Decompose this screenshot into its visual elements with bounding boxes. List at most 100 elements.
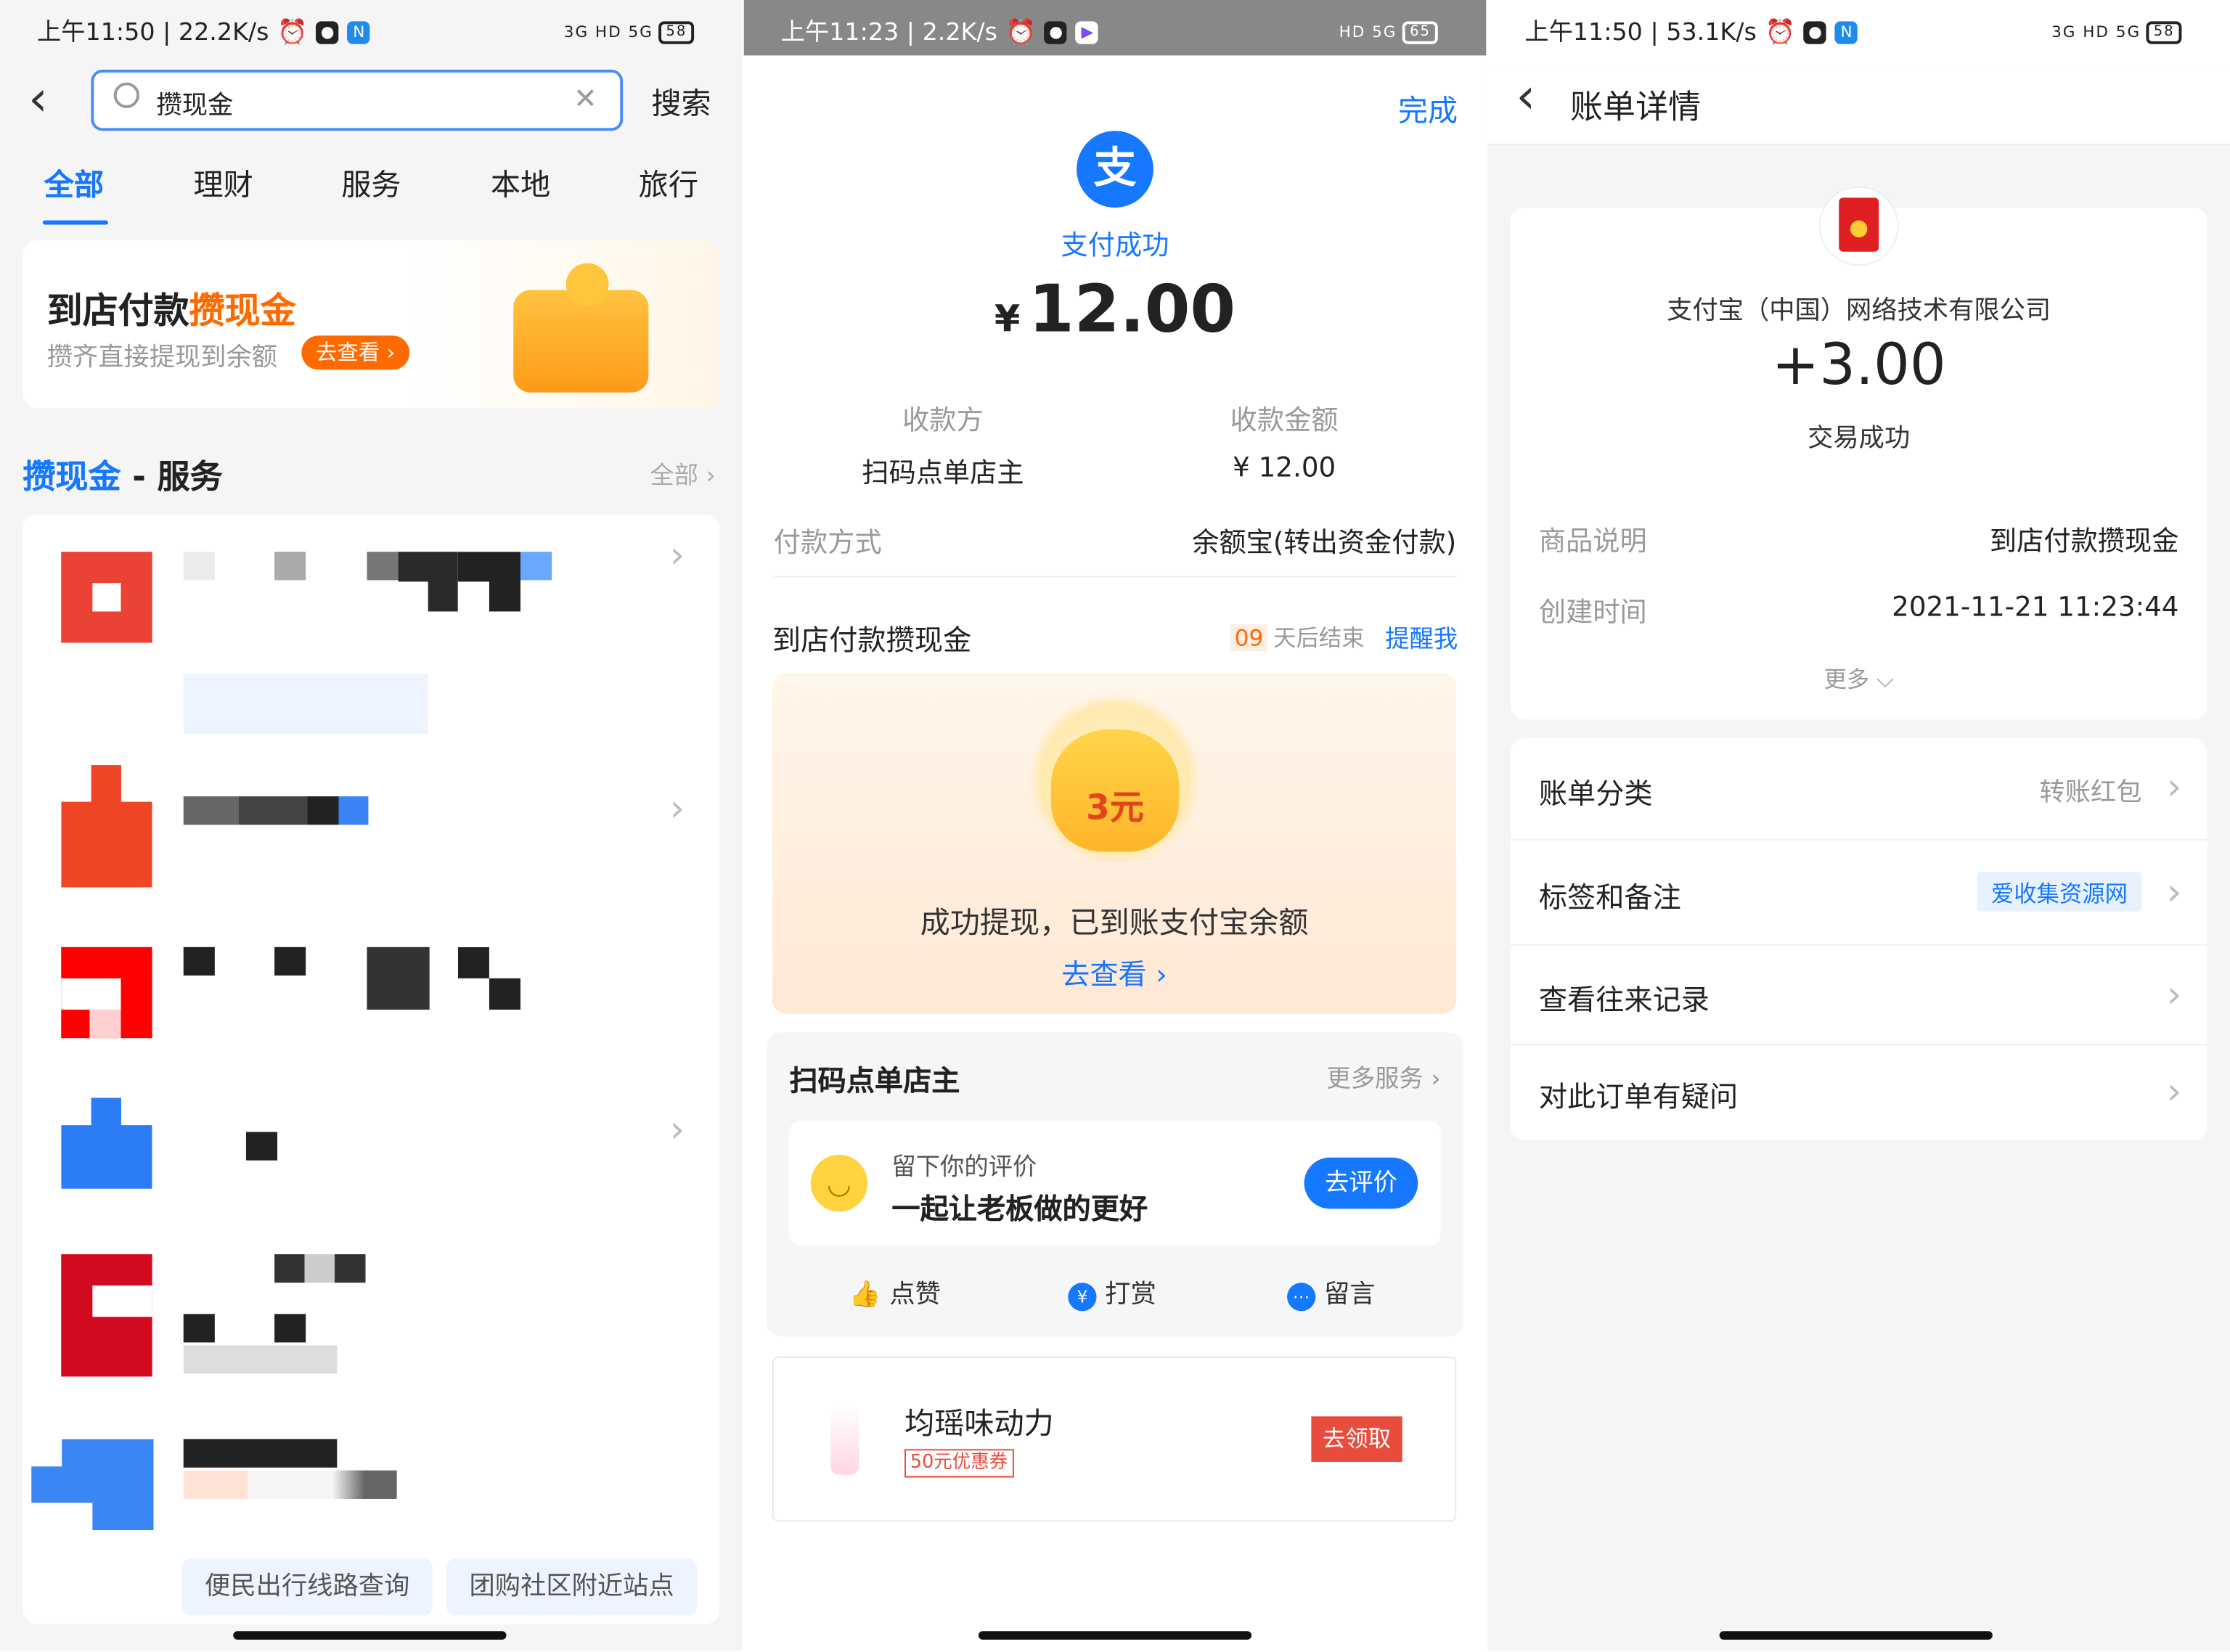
status-time: 上午11:50 | 53.1K/s: [1524, 18, 1757, 47]
page-title: 账单详情: [1569, 89, 1702, 127]
results-list: › › ›: [23, 515, 720, 1624]
more-toggle[interactable]: 更多 ⌵: [1511, 660, 2207, 694]
blurred-text: [398, 552, 458, 612]
note-tag: 爱收集资源网: [1977, 871, 2142, 912]
bottom-tag-group-buy[interactable]: 团购社区附近站点: [446, 1558, 698, 1616]
qq-icon: ●: [316, 21, 339, 44]
section-all-link[interactable]: 全部 ›: [650, 455, 716, 491]
promo-message: 成功提现，已到账支付宝余额: [920, 906, 1309, 941]
divider: [773, 576, 1457, 578]
review-box: ◡ 留下你的评价 一起让老板做的更好 去评价: [789, 1120, 1441, 1246]
money-bag-icon: 3元: [1050, 729, 1180, 852]
chevron-right-icon: ›: [2167, 974, 2182, 1017]
banner-cta-button[interactable]: 去查看 ›: [301, 335, 409, 370]
bottom-tag-transit[interactable]: 便民出行线路查询: [181, 1558, 433, 1616]
menu-item-tags[interactable]: 标签和备注 爱收集资源网 ›: [1510, 841, 2207, 946]
play-icon: ▶: [1076, 21, 1099, 44]
battery-icon: 65: [1402, 21, 1438, 44]
menu-item-label: 标签和备注: [1538, 880, 1681, 915]
status-bar: 上午11:23 | 2.2K/s ⏰ ● ▶ HD 5G 65: [743, 0, 1487, 56]
ad-card[interactable]: 均瑶味动力 50元优惠券 去领取: [772, 1357, 1457, 1522]
like-button[interactable]: 👍 点赞: [849, 1274, 941, 1311]
promo-view-link[interactable]: 去查看 ›: [772, 952, 1456, 993]
app-logo: [61, 1254, 152, 1377]
tab-all[interactable]: 全部: [44, 162, 104, 205]
blurred-text: [274, 946, 306, 976]
blurred-text: [183, 796, 369, 825]
blurred-text: [457, 552, 521, 612]
blurred-text: [274, 552, 306, 581]
tip-button[interactable]: ¥ 打赏: [1068, 1274, 1156, 1312]
n-app-icon: N: [347, 21, 370, 44]
menu-item-question[interactable]: 对此订单有疑问 ›: [1511, 1045, 2207, 1140]
home-indicator[interactable]: [233, 1631, 507, 1640]
promo-card: 3元 成功提现，已到账支付宝余额 去查看 ›: [772, 672, 1457, 1014]
chevron-right-icon: ›: [669, 1109, 685, 1152]
ad-claim-button[interactable]: 去领取: [1311, 1416, 1402, 1463]
home-indicator[interactable]: [1719, 1631, 1993, 1640]
tab-finance[interactable]: 理财: [193, 162, 253, 205]
menu-item-value: 转账红包: [2039, 777, 2142, 808]
status-bar: 上午11:50 | 53.1K/s ⏰ ● N 3G HD 5G 58: [1487, 0, 2230, 66]
panel-payment-success: 上午11:23 | 2.2K/s ⏰ ● ▶ HD 5G 65 完成 支 支付成功 ¥1…: [743, 0, 1487, 1651]
ad-coupon-tag: 50元优惠券: [904, 1449, 1014, 1478]
search-button[interactable]: 搜索: [651, 81, 711, 124]
back-icon[interactable]: ‹: [1516, 71, 1536, 123]
time-label: 创建时间: [1538, 597, 1647, 629]
list-item[interactable]: [23, 1254, 719, 1397]
menu-item-history[interactable]: 查看往来记录 ›: [1510, 946, 2207, 1046]
list-item[interactable]: [23, 1425, 719, 1567]
done-button[interactable]: 完成: [1398, 88, 1458, 131]
blurred-text: [183, 1314, 215, 1343]
promo-banner[interactable]: 到店付款攒现金 攒齐直接提现到余额 去查看 ›: [23, 240, 720, 409]
app-logo: [61, 552, 152, 643]
list-item[interactable]: [23, 941, 719, 1084]
tab-bar: 全部 理财 服务 本地 旅行: [0, 162, 743, 225]
tab-service[interactable]: 服务: [341, 162, 401, 205]
thumbs-up-icon: 👍: [849, 1280, 881, 1310]
app-logo: [61, 946, 152, 1039]
search-box[interactable]: 攒现金 ✕: [91, 70, 624, 131]
remind-me-button[interactable]: 提醒我: [1385, 618, 1458, 654]
comment-button[interactable]: ⋯ 留言: [1287, 1274, 1376, 1312]
menu-item-label: 账单分类: [1538, 776, 1653, 811]
list-item[interactable]: ›: [23, 756, 719, 913]
banner-title: 到店付款攒现金: [46, 290, 296, 332]
desc-value: 到店付款攒现金: [1989, 526, 2179, 558]
desc-label: 商品说明: [1538, 526, 1647, 558]
review-button[interactable]: 去评价: [1304, 1157, 1418, 1209]
signal-icon: 3G HD 5G: [563, 23, 653, 41]
blurred-text: [367, 946, 430, 1010]
clear-icon[interactable]: ✕: [573, 81, 597, 115]
more-services-link[interactable]: 更多服务 ›: [1327, 1058, 1441, 1093]
status-time: 上午11:50 | 22.2K/s: [36, 18, 269, 47]
back-icon[interactable]: ‹: [28, 74, 48, 126]
blurred-text: [183, 1439, 338, 1468]
search-input[interactable]: 攒现金: [157, 86, 234, 123]
review-title: 留下你的评价: [891, 1153, 1037, 1182]
home-indicator[interactable]: [978, 1631, 1252, 1640]
n-app-icon: N: [1834, 21, 1858, 44]
tab-travel[interactable]: 旅行: [639, 162, 698, 205]
blurred-text: [183, 946, 215, 976]
tab-local[interactable]: 本地: [491, 162, 550, 205]
qq-icon: ●: [1044, 21, 1068, 44]
signal-icon: 3G HD 5G: [2051, 23, 2141, 41]
signal-icon: HD 5G: [1339, 23, 1397, 41]
list-item[interactable]: ›: [23, 515, 719, 756]
app-logo: [61, 765, 152, 888]
battery-icon: 58: [2146, 21, 2182, 44]
list-item[interactable]: ›: [23, 1097, 719, 1240]
chevron-right-icon: ›: [2167, 1071, 2182, 1114]
section-title: 攒现金 - 服务: [23, 459, 223, 496]
nav-bar: ‹ 账单详情: [1487, 65, 2230, 145]
chevron-right-icon: ›: [669, 534, 685, 578]
payment-amount: ¥12.00: [994, 270, 1236, 348]
panel-search: 上午11:50 | 22.2K/s ⏰ ● N 3G HD 5G 58 ‹ 攒现金 ✕ …: [0, 0, 743, 1651]
menu-item-category[interactable]: 账单分类 转账红包 ›: [1510, 738, 2207, 841]
menu-item-label: 查看往来记录: [1538, 982, 1710, 1017]
time-value: 2021-11-21 11:23:44: [1892, 592, 2179, 623]
alarm-icon: ⏰: [1765, 18, 1796, 47]
status-bar: 上午11:50 | 22.2K/s ⏰ ● N 3G HD 5G 58: [0, 0, 743, 66]
shop-name: 扫码点单店主: [789, 1063, 960, 1098]
